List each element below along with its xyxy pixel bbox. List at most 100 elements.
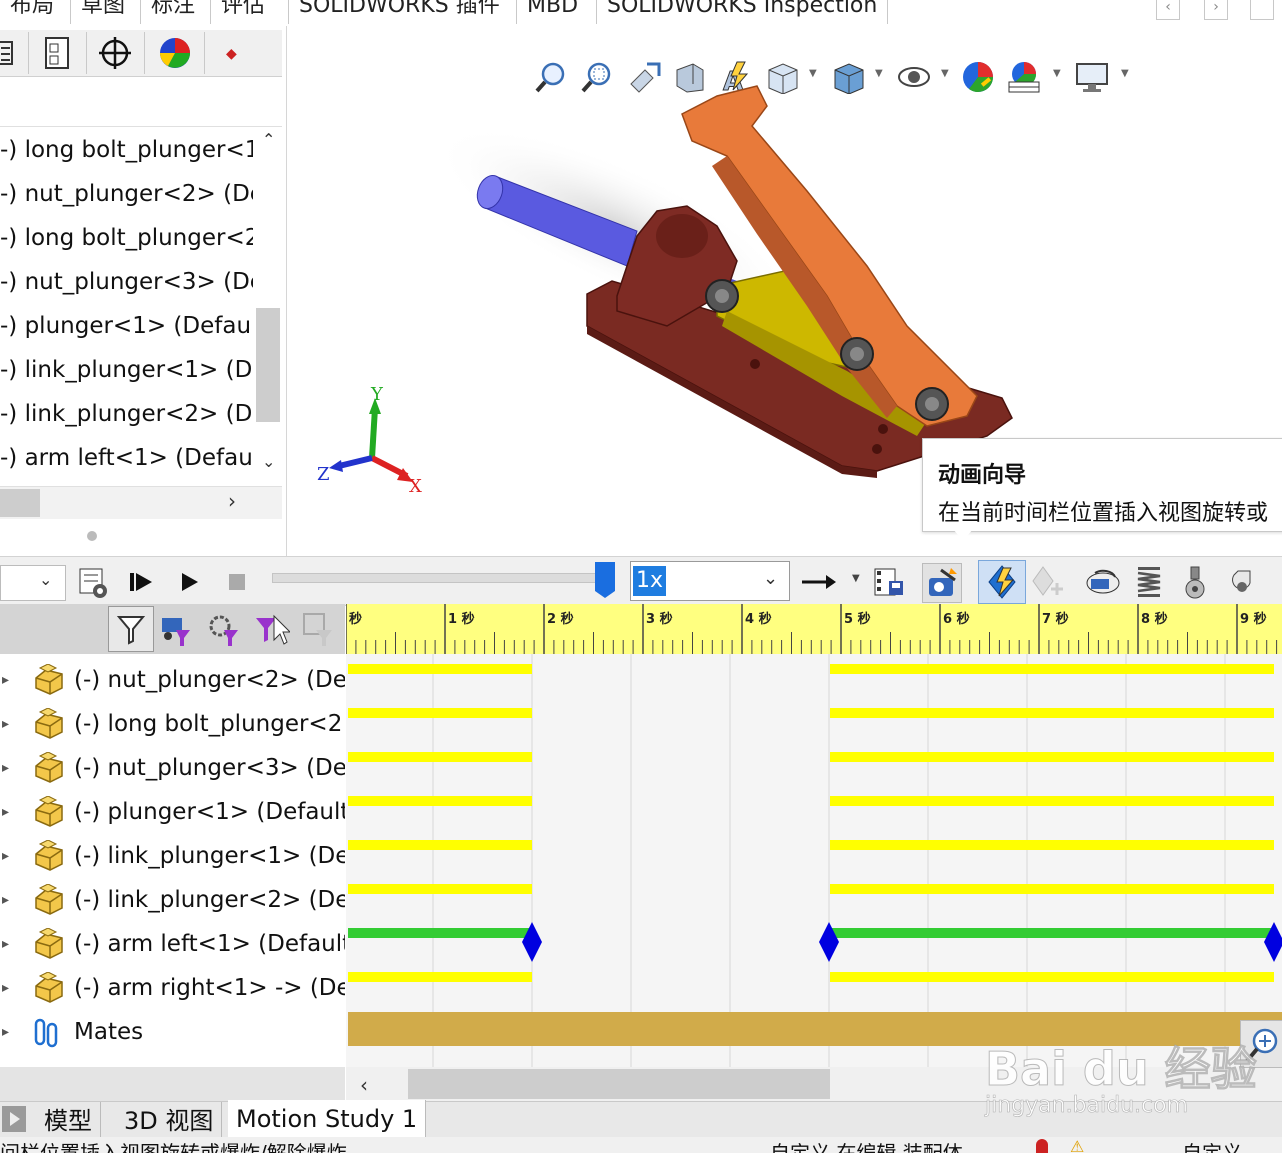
splitter-handle[interactable] (87, 531, 97, 541)
vertical-scrollbar[interactable]: ⌃ ⌄ (254, 130, 282, 486)
tab-layout[interactable]: 布局 (0, 0, 64, 24)
feature-tree-header (0, 78, 282, 127)
watermark-url: jingyan.baidu.com (985, 1093, 1189, 1119)
motion-tree: ▸ (-) nut_plunger<2> (De ▸ (-) long bolt_pl… (0, 654, 345, 1067)
tree-item[interactable]: -) link_plunger<1> (De (0, 350, 253, 390)
play-icon[interactable] (170, 563, 208, 601)
configuration-manager-icon[interactable] (86, 32, 145, 74)
timeline-ruler[interactable]: 秒 1 秒 2 秒 3 秒 4 秒 5 秒 6 秒 7 秒 8 秒 9 秒 (346, 604, 1282, 655)
tab-scroll-icon[interactable] (2, 1106, 26, 1132)
mates-folder[interactable]: ▸ Mates (0, 1010, 345, 1054)
tab-solidworks-addins[interactable]: SOLIDWORKS 插件 (288, 0, 510, 24)
scroll-left-icon[interactable]: ‹ (1156, 0, 1180, 20)
rebuild-icon[interactable] (1036, 1139, 1048, 1153)
expand-arrow-icon[interactable]: ▸ (2, 966, 9, 1010)
feature-manager-panel: ◆ -) long bolt_plunger<1 -) nut_plunger<… (0, 26, 287, 556)
tab-solidworks-inspection[interactable]: SOLIDWORKS Inspection (596, 0, 889, 24)
component-label: (-) link_plunger<2> (De (74, 887, 345, 913)
window-button[interactable] (1250, 0, 1274, 20)
play-from-start-icon[interactable] (122, 563, 160, 601)
ruler-label: 7 秒 (1042, 612, 1069, 627)
tree-item[interactable]: -) plunger<1> (Defaul (0, 306, 253, 346)
timeline-grid[interactable] (346, 654, 1282, 1067)
tree-item[interactable]: -) link_plunger<2> (De (0, 394, 253, 434)
scroll-down-icon[interactable]: ⌄ (262, 452, 275, 471)
feature-tree-icon[interactable] (0, 32, 29, 74)
scroll-thumb[interactable] (0, 489, 40, 517)
contact-icon[interactable] (1222, 563, 1260, 601)
filter-results-icon[interactable] (254, 612, 292, 648)
tree-item[interactable]: -) nut_plunger<2> (De (0, 174, 253, 214)
part-icon (32, 927, 66, 960)
tree-item[interactable]: -) long bolt_plunger<1 (0, 130, 253, 170)
filter-selected-icon[interactable] (206, 612, 242, 648)
scroll-right-icon[interactable]: › (228, 489, 236, 513)
playback-speed-select[interactable]: 1x ⌄ (630, 561, 790, 601)
timeline-bar (830, 664, 1274, 674)
stop-icon[interactable] (218, 563, 256, 601)
save-animation-icon[interactable] (870, 563, 908, 601)
component-row[interactable]: ▸ (-) arm right<1> -> (De (0, 966, 345, 1010)
playback-mode-icon[interactable] (800, 563, 838, 601)
tab-evaluate[interactable]: 评估 (210, 0, 275, 24)
damper-icon[interactable] (1176, 563, 1214, 601)
component-row[interactable]: ▸ (-) nut_plunger<3> (De (0, 746, 345, 790)
calculate-icon[interactable] (74, 563, 112, 601)
display-manager-icon[interactable] (146, 32, 205, 74)
warning-icon[interactable]: ⚠ (1070, 1137, 1084, 1153)
expand-arrow-icon[interactable]: ▸ (2, 658, 9, 702)
tree-item[interactable]: -) long bolt_plunger<2 (0, 218, 253, 258)
scroll-thumb[interactable] (256, 308, 280, 422)
dim-xpert-icon[interactable]: ◆ (206, 32, 264, 74)
timeline-bar (830, 840, 1274, 850)
playback-slider[interactable] (272, 573, 604, 583)
study-type-select[interactable]: ⌄ (0, 565, 66, 601)
component-row[interactable]: ▸ (-) link_plunger<1> (De (0, 834, 345, 878)
command-manager-tabs: 布局 草图 标注 评估 SOLIDWORKS 插件 MBD SOLIDWORKS… (0, 0, 1282, 27)
part-icon (32, 707, 66, 740)
tab-3d-view[interactable]: 3D 视图 (116, 1102, 223, 1138)
spring-icon[interactable] (1130, 563, 1168, 601)
timeline-bar (348, 884, 532, 894)
tree-item[interactable]: -) nut_plunger<3> (De (0, 262, 253, 302)
expand-arrow-icon[interactable]: ▸ (2, 790, 9, 834)
scroll-left-icon[interactable]: ‹ (360, 1073, 368, 1097)
part-icon (32, 663, 66, 696)
axis-y-label: Y (371, 384, 383, 405)
component-row[interactable]: ▸ (-) plunger<1> (Default (0, 790, 345, 834)
tab-model[interactable]: 模型 (36, 1102, 101, 1138)
tab-sketch[interactable]: 草图 (70, 0, 135, 24)
expand-arrow-icon[interactable]: ▸ (2, 922, 9, 966)
filter-driving-icon[interactable] (158, 612, 194, 648)
component-row[interactable]: ▸ (-) link_plunger<2> (De (0, 878, 345, 922)
timeline-bar (348, 752, 532, 762)
horizontal-scrollbar[interactable]: › (0, 486, 282, 519)
expand-arrow-icon[interactable]: ▸ (2, 834, 9, 878)
timeline-filter-bar (0, 604, 345, 654)
autokey-icon[interactable] (978, 560, 1026, 604)
animation-wizard-icon[interactable] (922, 563, 962, 603)
ruler-label: 4 秒 (745, 612, 772, 627)
tab-motion-study-1[interactable]: Motion Study 1 (228, 1100, 427, 1138)
component-row[interactable]: ▸ (-) long bolt_plunger<2 (0, 702, 345, 746)
expand-arrow-icon[interactable]: ▸ (2, 878, 9, 922)
playback-slider-thumb[interactable] (594, 561, 616, 598)
tab-markup[interactable]: 标注 (140, 0, 205, 24)
scroll-up-icon[interactable]: ⌃ (262, 130, 275, 149)
status-units[interactable]: 自定义 (1182, 1137, 1242, 1153)
tab-mbd[interactable]: MBD (516, 0, 588, 24)
ruler-label: 2 秒 (547, 612, 574, 627)
expand-arrow-icon[interactable]: ▸ (2, 1010, 9, 1054)
ruler-label: 6 秒 (943, 612, 970, 627)
dropdown-arrow-icon[interactable]: ▼ (852, 573, 860, 584)
scroll-right-icon[interactable]: › (1204, 0, 1228, 20)
component-row[interactable]: ▸ (-) arm left<1> (Default (0, 922, 345, 966)
expand-arrow-icon[interactable]: ▸ (2, 702, 9, 746)
property-manager-icon[interactable] (28, 32, 87, 74)
tree-item[interactable]: -) arm left<1> (Defaul (0, 438, 253, 478)
component-row[interactable]: ▸ (-) nut_plunger<2> (De (0, 658, 345, 702)
scroll-thumb[interactable] (408, 1069, 830, 1099)
filter-animated-icon[interactable] (108, 606, 154, 652)
motor-icon[interactable] (1084, 563, 1122, 601)
expand-arrow-icon[interactable]: ▸ (2, 746, 9, 790)
